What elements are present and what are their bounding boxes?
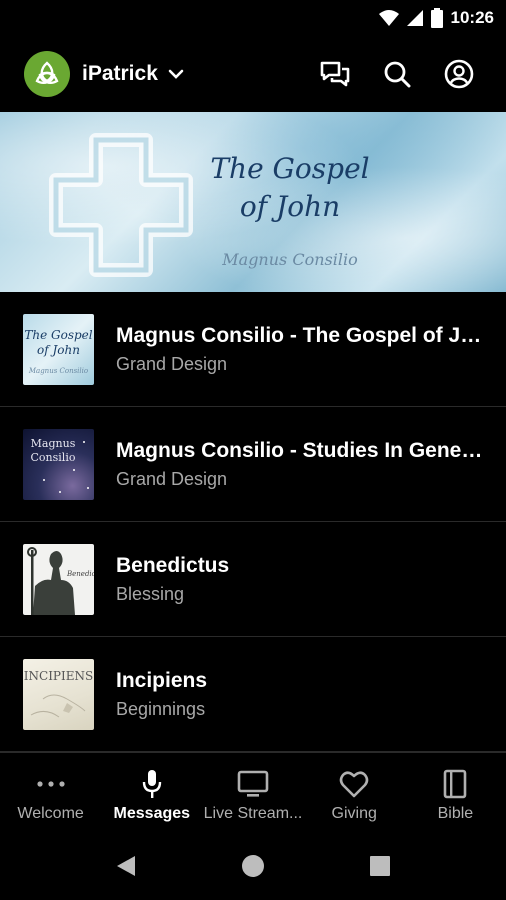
account-icon[interactable] <box>442 57 476 91</box>
map-graphic <box>30 694 86 717</box>
series-title: Magnus Consilio - Studies In Genesis <box>116 438 486 462</box>
recents-icon[interactable] <box>369 855 391 882</box>
list-item[interactable]: INCIPIENS Incipiens Beginnings <box>0 637 506 752</box>
series-list: The Gospel of John Magnus Consilio Magnus… <box>0 292 506 752</box>
system-nav-bar <box>0 836 506 900</box>
battery-icon <box>430 8 443 28</box>
wifi-icon <box>378 10 399 26</box>
series-subtitle: Blessing <box>116 583 185 604</box>
home-icon[interactable] <box>241 854 265 883</box>
banner-title: The Gospel of John <box>210 152 370 223</box>
series-thumbnail: INCIPIENS <box>23 658 94 730</box>
nav-messages[interactable]: Messages <box>101 753 202 836</box>
nav-live-stream[interactable]: Live Stream... <box>202 753 303 836</box>
list-item[interactable]: Benedictus Benedictus Blessing <box>0 522 506 637</box>
nav-label: Messages <box>113 805 191 822</box>
status-bar: 10:26 <box>0 0 506 36</box>
bottom-nav: Welcome Messages Live Stream... Giving B… <box>0 752 506 836</box>
nav-label: Live Stream... <box>203 805 303 822</box>
nav-giving[interactable]: Giving <box>304 753 405 836</box>
app-logo[interactable] <box>24 51 70 97</box>
series-title: Incipiens <box>116 668 208 692</box>
search-icon[interactable] <box>380 57 414 91</box>
list-item[interactable]: Magnus Consilio Magnus Consilio - Studies… <box>0 407 506 522</box>
status-time: 10:26 <box>450 8 494 27</box>
list-item[interactable]: The Gospel of John Magnus Consilio Magnus… <box>0 292 506 407</box>
microphone-icon <box>141 767 163 801</box>
more-dots-icon <box>36 767 66 801</box>
back-icon[interactable] <box>115 854 137 883</box>
featured-banner[interactable]: The Gospel of John Magnus Consilio <box>0 112 506 292</box>
nav-welcome[interactable]: Welcome <box>0 753 101 836</box>
banner-subtitle: Magnus Consilio <box>222 250 358 269</box>
series-thumbnail: Magnus Consilio <box>23 428 94 500</box>
series-thumbnail: The Gospel of John Magnus Consilio <box>23 313 94 385</box>
series-title: Benedictus <box>116 553 230 577</box>
book-icon <box>443 767 467 801</box>
nav-bible[interactable]: Bible <box>405 753 506 836</box>
series-title: Magnus Consilio - The Gospel of John <box>116 323 486 347</box>
trinity-knot-icon <box>35 61 59 84</box>
nav-label: Bible <box>437 805 474 822</box>
heart-icon <box>339 767 369 801</box>
series-subtitle: Grand Design <box>116 468 228 489</box>
series-thumbnail: Benedictus <box>23 543 94 615</box>
app-bar: iPatrick <box>0 36 506 112</box>
tv-icon <box>237 767 269 801</box>
series-subtitle: Beginnings <box>116 698 206 719</box>
signal-icon <box>406 10 423 26</box>
app-name[interactable]: iPatrick <box>82 62 158 86</box>
bishop-statue-graphic <box>27 546 75 615</box>
chevron-down-icon[interactable] <box>168 66 184 84</box>
chat-icon[interactable] <box>318 57 352 91</box>
nav-label: Giving <box>331 805 377 822</box>
series-subtitle: Grand Design <box>116 353 228 374</box>
nav-label: Welcome <box>17 805 84 822</box>
